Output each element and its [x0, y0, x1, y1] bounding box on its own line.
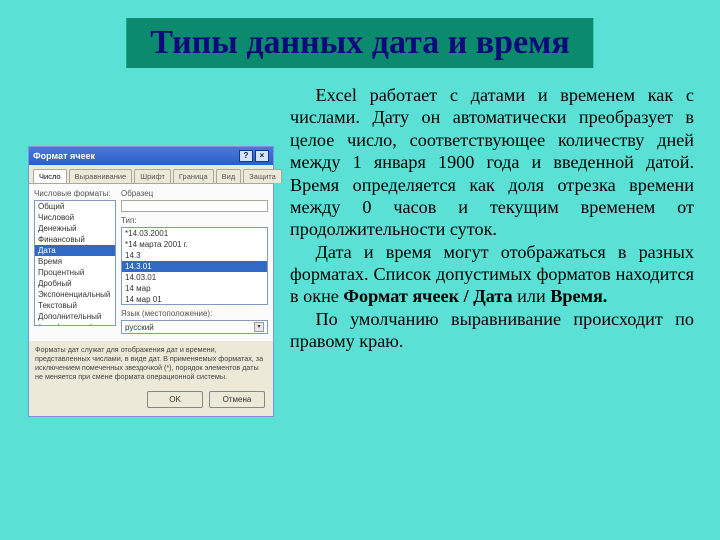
type-label: Тип: [121, 216, 268, 225]
dialog-titlebar: Формат ячеек ? × [29, 147, 273, 165]
list-item[interactable]: 14 мар [122, 283, 267, 294]
list-item[interactable]: Дата [35, 245, 115, 256]
tab-font[interactable]: Шрифт [134, 169, 171, 183]
bold-time: Время. [550, 286, 607, 306]
paragraph-3: По умолчанию выравнивание про­исходит по… [290, 308, 694, 353]
list-item[interactable]: 14.3.01 [122, 261, 267, 272]
list-item[interactable]: *14.03.2001 [122, 228, 267, 239]
bold-format-cells: Формат ячеек / Дата [343, 286, 512, 306]
paragraph-1: Excel работает с датами и временем как с… [290, 84, 694, 241]
tab-alignment[interactable]: Выравнивание [69, 169, 133, 183]
list-item[interactable]: (все форматы) [35, 322, 115, 326]
page-title: Типы данных дата и время [150, 24, 569, 62]
categories-column: Числовые форматы: Общий Числовой Денежны… [34, 189, 116, 336]
help-icon[interactable]: ? [239, 150, 253, 162]
list-item[interactable]: 14.3 [122, 250, 267, 261]
list-item[interactable]: *14 марта 2001 г. [122, 239, 267, 250]
locale-value: русский [125, 323, 154, 332]
list-item[interactable]: Экспоненциальный [35, 289, 115, 300]
locale-combo[interactable]: русский ▾ [121, 320, 268, 334]
tab-view[interactable]: Вид [216, 169, 242, 183]
list-item[interactable]: Время [35, 256, 115, 267]
format-cells-dialog: Формат ячеек ? × Число Выравнивание Шриф… [28, 146, 274, 417]
dialog-body: Числовые форматы: Общий Числовой Денежны… [29, 183, 273, 341]
list-item[interactable]: Общий [35, 201, 115, 212]
list-item[interactable]: Дополнительный [35, 311, 115, 322]
cancel-button[interactable]: Отмена [209, 391, 265, 408]
category-list[interactable]: Общий Числовой Денежный Финансовый Дата … [34, 200, 116, 326]
list-item[interactable]: 14.03.01 [122, 272, 267, 283]
list-item[interactable]: Финансовый [35, 234, 115, 245]
paragraph-2: Дата и время могут отображаться в разных… [290, 241, 694, 308]
content-area: Формат ячеек ? × Число Выравнивание Шриф… [0, 80, 720, 520]
tab-border[interactable]: Граница [173, 169, 214, 183]
dialog-hint: Форматы дат служат для отображения дат и… [29, 341, 273, 387]
dialog-buttons: OK Отмена [29, 387, 273, 416]
tab-protection[interactable]: Защита [243, 169, 282, 183]
title-container: Типы данных дата и время [126, 18, 593, 68]
sample-box [121, 200, 268, 212]
details-column: Образец Тип: *14.03.2001 *14 марта 2001 … [121, 189, 268, 336]
body-text: Excel работает с датами и временем как с… [290, 84, 694, 353]
list-item[interactable]: Числовой [35, 212, 115, 223]
list-item[interactable]: 14 мар 01 [122, 294, 267, 305]
sample-label: Образец [121, 189, 268, 198]
ok-button[interactable]: OK [147, 391, 203, 408]
list-item[interactable]: Процентный [35, 267, 115, 278]
dialog-tabs: Число Выравнивание Шрифт Граница Вид Защ… [29, 165, 273, 183]
locale-label: Язык (местоположение): [121, 309, 268, 318]
list-item[interactable]: Дробный [35, 278, 115, 289]
close-icon[interactable]: × [255, 150, 269, 162]
dialog-title: Формат ячеек [33, 151, 95, 161]
tab-number[interactable]: Число [33, 169, 67, 183]
categories-label: Числовые форматы: [34, 189, 116, 198]
format-list[interactable]: *14.03.2001 *14 марта 2001 г. 14.3 14.3.… [121, 227, 268, 305]
list-item[interactable]: Текстовый [35, 300, 115, 311]
list-item[interactable]: Денежный [35, 223, 115, 234]
chevron-down-icon[interactable]: ▾ [254, 322, 264, 332]
